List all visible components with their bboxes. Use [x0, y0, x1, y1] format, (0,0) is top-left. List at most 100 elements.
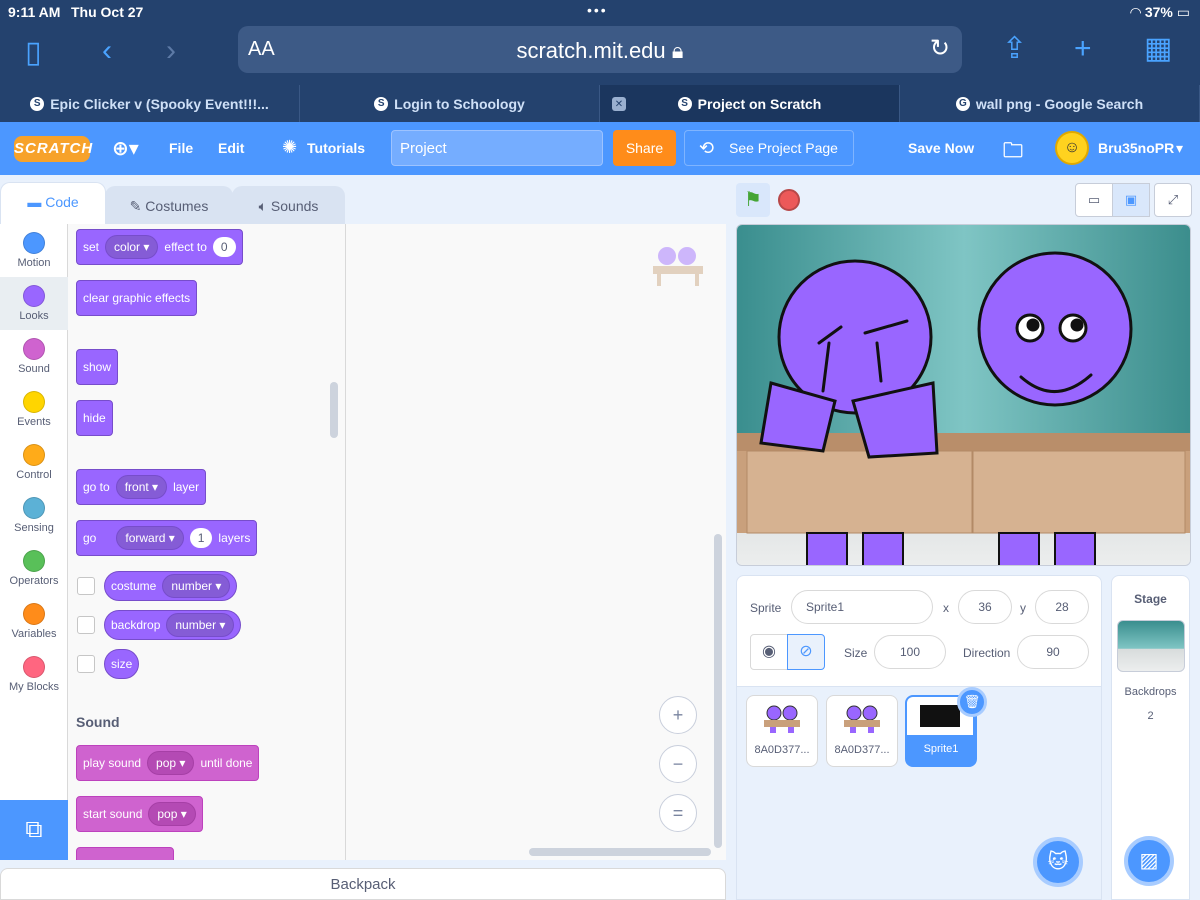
category-operators[interactable]: Operators — [0, 542, 68, 587]
project-title-input[interactable]: Project — [391, 130, 603, 166]
category-events[interactable]: Events — [0, 383, 68, 428]
chevron-down-icon[interactable]: ▾ — [1176, 140, 1183, 157]
category-motion[interactable]: Motion — [0, 224, 68, 269]
block-set-effect[interactable]: set color ▾ effect to 0 — [76, 229, 243, 265]
block-hide[interactable]: hide — [76, 400, 113, 436]
reporter-costume[interactable]: costume number ▾ — [104, 571, 238, 601]
costume-dropdown[interactable]: number ▾ — [162, 574, 231, 598]
zoom-in-button[interactable]: + — [659, 696, 697, 734]
address-bar[interactable]: AA scratch.mit.edu 🔒︎ ↻ — [238, 26, 962, 73]
user-avatar[interactable]: ☺ — [1055, 131, 1089, 165]
workspace-vscrollbar[interactable] — [714, 534, 722, 848]
backpack-bar[interactable]: Backpack — [0, 868, 726, 900]
x-input[interactable]: 36 — [958, 590, 1012, 624]
stop-sign-icon[interactable] — [778, 189, 800, 211]
effect-dropdown[interactable]: color ▾ — [105, 235, 159, 259]
my-stuff-folder-icon[interactable]: 🗀 — [1003, 136, 1023, 170]
category-sensing[interactable]: Sensing — [0, 489, 68, 534]
share-button[interactable]: Share — [613, 130, 676, 166]
tutorials-menu[interactable]: Tutorials — [307, 140, 365, 156]
block-start-sound[interactable]: start sound pop ▾ — [76, 796, 203, 832]
tab-sounds[interactable]: 🔈︎ Sounds — [232, 186, 345, 226]
layer-dropdown[interactable]: front ▾ — [115, 475, 168, 499]
sprite-name-input[interactable]: Sprite1 — [791, 590, 933, 624]
stage-scene — [737, 225, 1190, 565]
new-tab-icon[interactable]: + — [1074, 34, 1092, 64]
close-tab-icon[interactable]: ✕ — [612, 97, 626, 111]
browser-tab-bar: S Epic Clicker v (Spooky Event!!!... S Log… — [0, 85, 1200, 122]
zoom-out-button[interactable]: − — [659, 745, 697, 783]
y-input[interactable]: 28 — [1035, 590, 1089, 624]
browser-tab-active[interactable]: ✕ S Project on Scratch — [600, 85, 900, 122]
layers-count-input[interactable]: 1 — [189, 528, 213, 548]
category-my-blocks[interactable]: My Blocks — [0, 648, 68, 693]
size-input[interactable]: 100 — [874, 635, 946, 669]
tab-overview-icon[interactable]: ▦ — [1144, 34, 1172, 64]
palette-scrollbar[interactable] — [330, 382, 338, 438]
workspace-hscrollbar[interactable] — [529, 848, 711, 856]
sprite-watermark — [651, 246, 705, 288]
effect-value-input[interactable]: 0 — [212, 237, 236, 257]
username[interactable]: Bru35noPR — [1098, 140, 1174, 156]
category-control[interactable]: Control — [0, 436, 68, 481]
speaker-icon: 🔈︎ — [258, 198, 271, 214]
code-workspace[interactable]: + − = — [346, 224, 726, 860]
sensing-color-dot — [23, 497, 45, 519]
browser-tab[interactable]: S Epic Clicker v (Spooky Event!!!... — [0, 85, 300, 122]
edit-menu[interactable]: Edit — [218, 140, 244, 156]
small-stage-icon[interactable]: ▭ — [1075, 183, 1113, 217]
block-palette: set color ▾ effect to 0 clear graphic effec… — [68, 224, 346, 860]
block-partial[interactable] — [76, 847, 174, 860]
sound-dropdown[interactable]: pop ▾ — [148, 802, 196, 826]
normal-stage-icon[interactable]: ▣ — [1112, 183, 1150, 217]
forward-icon[interactable]: › — [166, 36, 176, 66]
category-sound[interactable]: Sound — [0, 330, 68, 375]
language-globe-icon[interactable]: ⊕▾ — [112, 136, 139, 161]
back-icon[interactable]: ‹ — [102, 36, 112, 66]
stage-canvas[interactable] — [736, 224, 1191, 566]
direction-dropdown[interactable]: forward ▾ — [116, 526, 184, 550]
sidebar-icon[interactable]: ▯ — [25, 38, 42, 68]
block-show[interactable]: show — [76, 349, 119, 385]
editor-tabs: ▬ Code ✎ Costumes 🔈︎ Sounds — [0, 175, 730, 226]
tab-code[interactable]: ▬ Code — [0, 182, 106, 226]
remix-arrows-icon: ⟲ — [699, 138, 715, 158]
category-variables[interactable]: Variables — [0, 595, 68, 640]
choose-sprite-cat-icon[interactable]: 🐱︎ — [1033, 837, 1083, 887]
browser-tab[interactable]: S Login to Schoology — [300, 85, 600, 122]
delete-sprite-trash-icon[interactable]: 🗑︎ — [957, 687, 987, 717]
block-play-sound[interactable]: play sound pop ▾ until done — [76, 745, 260, 781]
reporter-size[interactable]: size — [104, 649, 140, 679]
add-extension-button[interactable]: ⧉ — [0, 800, 68, 860]
share-icon[interactable]: ⇪ — [1002, 34, 1027, 64]
backdrop-dropdown[interactable]: number ▾ — [166, 613, 235, 637]
sprite-thumbnail[interactable]: 8A0D377... — [746, 695, 818, 767]
costume-checkbox[interactable] — [77, 577, 95, 595]
tab-costumes[interactable]: ✎ Costumes — [105, 186, 233, 226]
hide-sprite-eye-icon[interactable]: ⊘ — [787, 634, 825, 670]
size-checkbox[interactable] — [77, 655, 95, 673]
stage-selector-panel[interactable]: Stage Backdrops 2 ▨ — [1111, 575, 1190, 900]
sprite-thumbnail[interactable]: 8A0D377... — [826, 695, 898, 767]
multitask-dots-icon[interactable]: ••• — [587, 2, 608, 18]
sound-dropdown[interactable]: pop ▾ — [147, 751, 195, 775]
backdrop-checkbox[interactable] — [77, 616, 95, 634]
browser-tab[interactable]: Gwall png - Google Search — [900, 85, 1200, 122]
reporter-backdrop[interactable]: backdrop number ▾ — [104, 610, 242, 640]
scratch-logo[interactable]: SCRATCH — [14, 136, 92, 162]
block-go-layers[interactable]: go forward ▾ 1 layers — [76, 520, 258, 556]
category-looks[interactable]: Looks — [0, 277, 68, 330]
zoom-reset-button[interactable]: = — [659, 794, 697, 832]
reload-icon[interactable]: ↻ — [930, 34, 950, 63]
file-menu[interactable]: File — [169, 140, 193, 156]
block-go-to-layer[interactable]: go to front ▾ layer — [76, 469, 207, 505]
sound-color-dot — [23, 338, 45, 360]
green-flag-icon[interactable]: ⚑ — [736, 183, 770, 217]
fullscreen-icon[interactable]: ⤢ — [1154, 183, 1192, 217]
save-now-button[interactable]: Save Now — [908, 140, 974, 156]
see-project-page-button[interactable]: ⟲ See Project Page — [684, 130, 854, 166]
choose-backdrop-image-icon[interactable]: ▨ — [1124, 836, 1174, 886]
direction-input[interactable]: 90 — [1017, 635, 1089, 669]
block-clear-graphic-effects[interactable]: clear graphic effects — [76, 280, 198, 316]
show-sprite-eye-icon[interactable]: ◉ — [750, 634, 788, 670]
